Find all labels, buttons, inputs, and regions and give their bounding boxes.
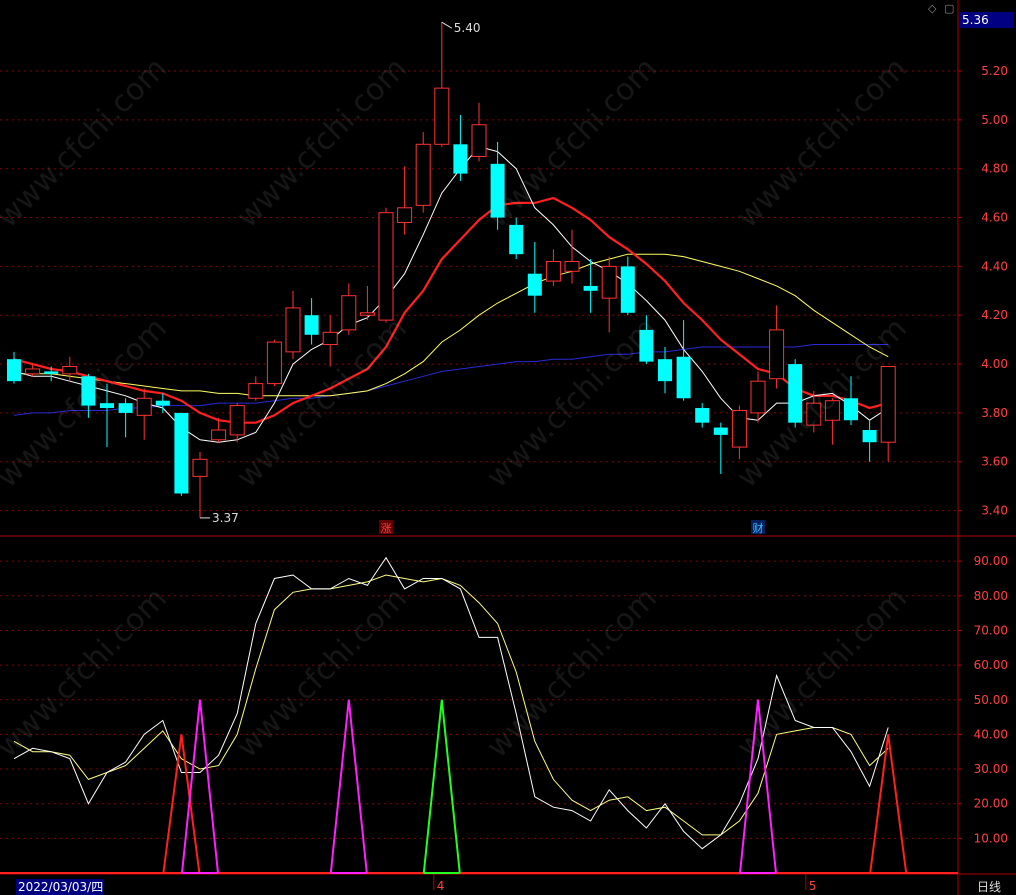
event-marker-label: 财 [753, 521, 764, 535]
candle-body-up [415, 143, 431, 206]
candle-body-up [62, 366, 78, 375]
candle-body-up [359, 312, 375, 316]
close-icon[interactable]: ▢ [944, 2, 954, 15]
osc-tick-label: 60.00 [974, 658, 1008, 672]
candle-body-down [676, 356, 691, 399]
candle-body-down [509, 224, 524, 255]
stock-chart[interactable]: 5.20 5.00 4.80 4.60 4.40 4.20 4.00 3.80 3.60 3.40… [0, 0, 1016, 895]
high-pointer [441, 21, 453, 29]
month-tick-label: 5 [809, 879, 817, 893]
candle-body-up [434, 87, 450, 145]
candle-body-up [322, 331, 338, 346]
candle-body-up [601, 265, 617, 299]
candle-body-up [397, 207, 413, 223]
cursor-date-label: 2022/03/03/四 [16, 879, 104, 895]
candle-body-up [731, 409, 747, 448]
osc-tick-label: 40.00 [974, 727, 1008, 741]
osc-tick-label: 10.00 [974, 831, 1008, 845]
candle-body-up [341, 295, 357, 331]
month-tick-label: 4 [437, 879, 445, 893]
diamond-icon[interactable]: ◇ [928, 2, 936, 15]
price-tick-label: 4.20 [981, 308, 1008, 322]
price-tick-label: 4.40 [981, 259, 1008, 273]
low-label: 3.37 [212, 511, 239, 525]
price-tick-label: 3.80 [981, 406, 1008, 420]
candle-body-up [564, 261, 580, 272]
candle-body-down [490, 163, 505, 218]
candle-body-down [583, 285, 598, 291]
candle-body-up [750, 380, 766, 414]
candle-body-up [378, 212, 394, 321]
candle-body-up [211, 429, 227, 441]
candle-body-up [266, 341, 282, 385]
candle-body-down [695, 408, 710, 423]
candle-body-up [880, 366, 896, 443]
candle-body-down [844, 398, 858, 421]
candle-body-down [174, 412, 189, 494]
candle-body-down [453, 144, 468, 174]
candle-body-up [192, 458, 208, 477]
candle-body-up [248, 383, 264, 399]
signal-spike [329, 699, 368, 874]
osc-tick-label: 30.00 [974, 762, 1008, 776]
candle-body-down [639, 329, 654, 362]
candle-body-up [806, 402, 822, 426]
candle-body-down [118, 403, 133, 413]
price-tick-label: 3.60 [981, 455, 1008, 469]
osc-tick-label: 70.00 [974, 623, 1008, 637]
candle-body-down [44, 371, 59, 374]
candle-body-up [229, 405, 245, 436]
candle-body-up [285, 307, 301, 353]
candle-body-down [155, 400, 170, 406]
candle-body-up [136, 397, 152, 416]
ma20-line [14, 253, 889, 397]
current-price-label: 5.36 [960, 12, 1014, 28]
candle-body-down [620, 266, 635, 313]
osc-tick-label: 20.00 [974, 797, 1008, 811]
signal-spike [422, 699, 461, 874]
period-button[interactable]: 日线 [962, 879, 1016, 895]
candle-body-down [81, 376, 96, 406]
candle-body-down [788, 364, 803, 423]
candle-body-down [862, 430, 877, 443]
candle-body-up [769, 329, 785, 380]
candle-body-up [824, 400, 840, 421]
price-tick-label: 4.80 [981, 162, 1008, 176]
candle-body-down [304, 315, 319, 335]
high-label: 5.40 [454, 21, 481, 35]
osc-tick-label: 90.00 [974, 554, 1008, 568]
price-tick-label: 3.40 [981, 504, 1008, 518]
price-tick-label: 5.20 [981, 64, 1008, 78]
price-tick-label: 5.00 [981, 113, 1008, 127]
candle-body-down [527, 273, 542, 296]
signal-spike [739, 699, 777, 874]
price-tick-label: 4.60 [981, 211, 1008, 225]
candle-body-down [7, 359, 21, 382]
candle-body-up [471, 124, 487, 158]
candle-body-down [100, 403, 114, 409]
osc-tick-label: 80.00 [974, 589, 1008, 603]
event-marker-label: 涨 [381, 522, 392, 535]
candle-body-down [658, 359, 672, 382]
candle-body-down [713, 427, 728, 435]
candle-body-up [25, 368, 41, 375]
candle-body-up [545, 261, 561, 282]
price-tick-label: 4.00 [981, 357, 1008, 371]
osc-tick-label: 50.00 [974, 693, 1008, 707]
